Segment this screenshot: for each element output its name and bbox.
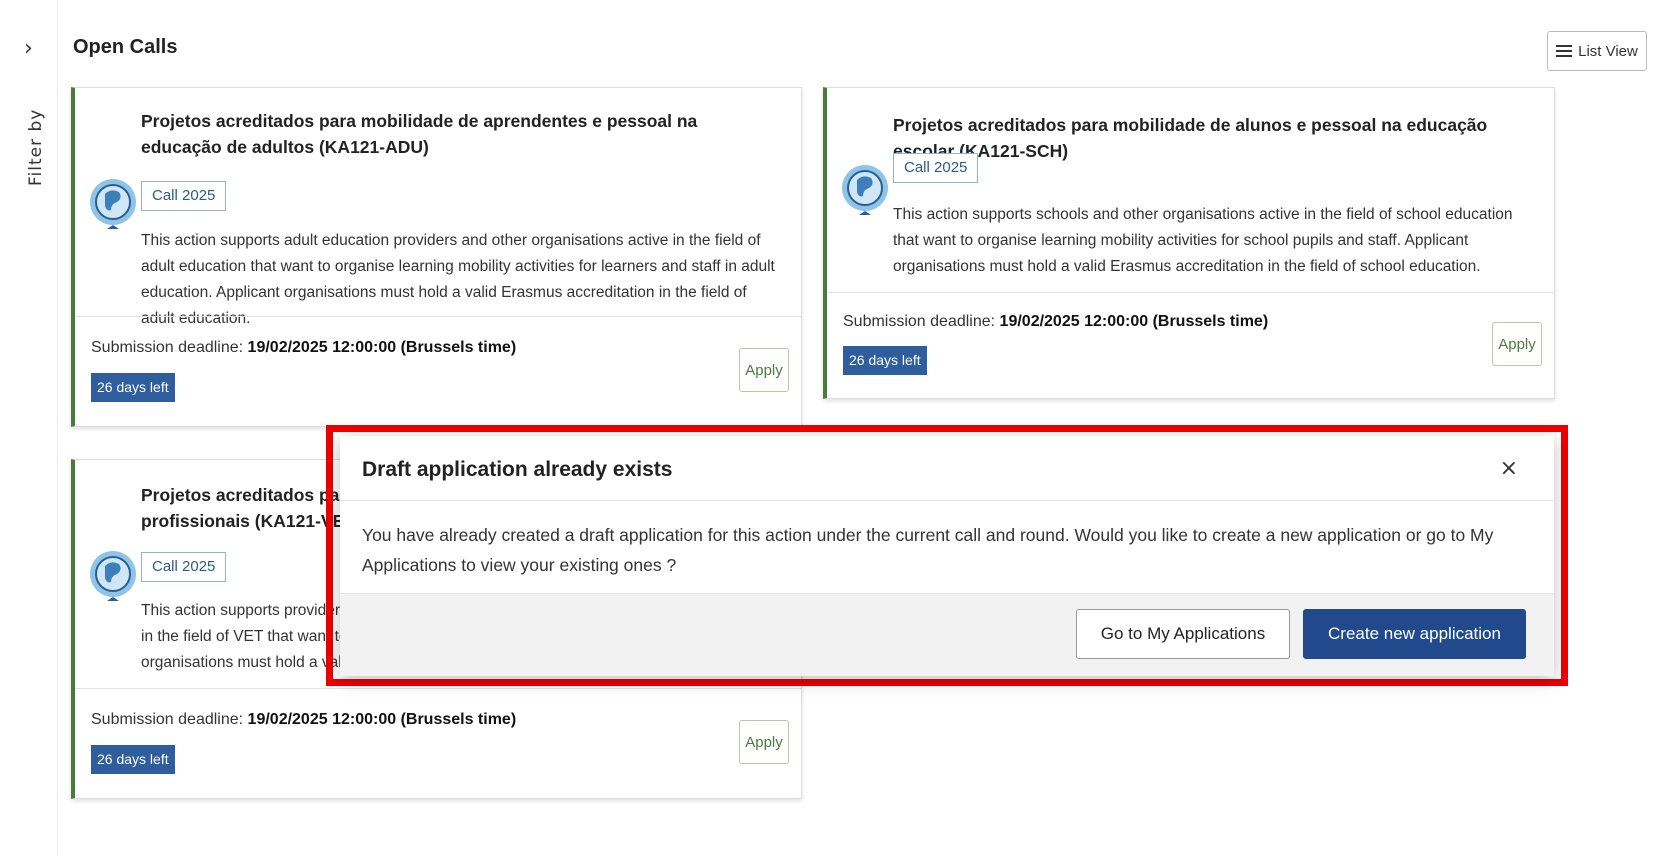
draft-exists-dialog: Draft application already exists × You h…	[340, 436, 1554, 676]
globe-icon	[90, 179, 136, 229]
card-footer: Submission deadline: 19/02/2025 12:00:00…	[75, 688, 801, 798]
go-to-my-applications-button[interactable]: Go to My Applications	[1076, 609, 1290, 659]
card-footer: Submission deadline: 19/02/2025 12:00:00…	[75, 316, 801, 426]
submission-deadline: Submission deadline: 19/02/2025 12:00:00…	[91, 711, 516, 729]
filter-by-label[interactable]: Filter by	[26, 109, 46, 186]
deadline-value: 19/02/2025 12:00:00 (Brussels time)	[247, 339, 517, 356]
deadline-label: Submission deadline:	[91, 711, 248, 728]
days-left-badge: 26 days left	[91, 373, 175, 402]
dialog-title: Draft application already exists	[362, 458, 673, 481]
page-title: Open Calls	[73, 36, 178, 58]
days-left-badge: 26 days left	[91, 745, 175, 774]
deadline-label: Submission deadline:	[843, 313, 1000, 330]
list-view-button[interactable]: List View	[1547, 31, 1647, 71]
globe-icon	[90, 551, 136, 601]
call-year-badge: Call 2025	[141, 181, 227, 211]
call-card-ka121-adu: Projetos acreditados para mobilidade de …	[71, 87, 802, 427]
call-year-badge: Call 2025	[141, 552, 227, 582]
deadline-value: 19/02/2025 12:00:00 (Brussels time)	[999, 313, 1269, 330]
call-description: This action supports schools and other o…	[893, 206, 1513, 275]
call-title[interactable]: Projetos acreditados para mobilidade de …	[141, 108, 781, 160]
submission-deadline: Submission deadline: 19/02/2025 12:00:00…	[91, 339, 516, 357]
dialog-footer: Go to My Applications Create new applica…	[340, 593, 1554, 676]
deadline-label: Submission deadline:	[91, 339, 248, 356]
apply-button[interactable]: Apply	[739, 348, 789, 392]
apply-button[interactable]: Apply	[1492, 322, 1542, 366]
dialog-divider	[340, 500, 1554, 501]
deadline-value: 19/02/2025 12:00:00 (Brussels time)	[247, 711, 517, 728]
card-footer: Submission deadline: 19/02/2025 12:00:00…	[827, 292, 1554, 398]
apply-button[interactable]: Apply	[739, 720, 789, 764]
list-view-label: List View	[1578, 42, 1638, 60]
submission-deadline: Submission deadline: 19/02/2025 12:00:00…	[843, 313, 1268, 331]
chevron-right-icon[interactable]: ›	[24, 36, 33, 61]
create-new-application-button[interactable]: Create new application	[1303, 609, 1526, 659]
days-left-badge: 26 days left	[843, 346, 927, 375]
close-icon[interactable]: ×	[1500, 456, 1518, 481]
filter-rail: › Filter by	[0, 0, 58, 856]
globe-icon	[842, 165, 888, 215]
list-icon	[1556, 45, 1573, 57]
call-card-ka121-sch: Projetos acreditados para mobilidade de …	[823, 87, 1555, 399]
dialog-message: You have already created a draft applica…	[362, 525, 1494, 575]
call-title[interactable]: Projetos acreditados para mobilidade de …	[893, 112, 1534, 164]
call-year-badge: Call 2025	[893, 153, 979, 183]
